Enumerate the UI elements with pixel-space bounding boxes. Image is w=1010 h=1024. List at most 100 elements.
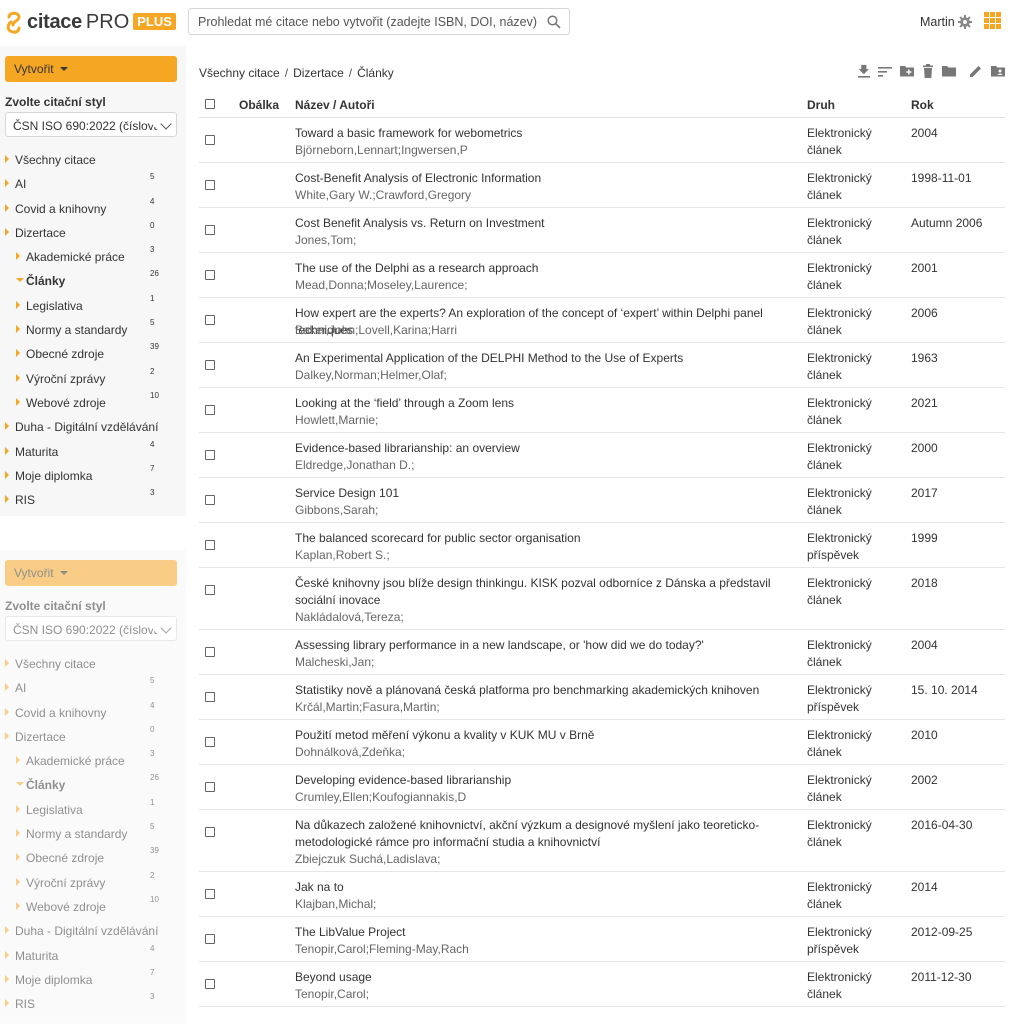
folder-add-icon[interactable] <box>900 64 914 78</box>
sidebar-folder-item[interactable]: Výroční zprávy 2 <box>0 367 186 393</box>
row-checkbox[interactable] <box>205 585 215 595</box>
column-header-title[interactable]: Název / Autoři <box>295 98 375 112</box>
sidebar-folder-item[interactable]: Webové zdroje 10 <box>0 895 186 921</box>
sidebar-folder-item[interactable]: Normy a standardy 5 <box>0 318 186 344</box>
row-checkbox[interactable] <box>205 495 215 505</box>
sidebar-folder-item[interactable]: Covid a knihovny 4 <box>0 197 186 223</box>
citation-title[interactable]: Cost-Benefit Analysis of Electronic Info… <box>295 170 793 187</box>
table-row[interactable]: The use of the Delphi as a research appr… <box>199 253 1005 298</box>
sidebar-folder-item[interactable]: RIS 3 <box>0 992 186 1018</box>
row-checkbox[interactable] <box>205 360 215 370</box>
row-checkbox[interactable] <box>205 647 215 657</box>
citation-title[interactable]: Jak na to <box>295 879 793 896</box>
search-icon[interactable] <box>547 15 561 29</box>
create-button[interactable]: Vytvořit <box>5 56 177 82</box>
citation-title[interactable]: Evidence-based librarianship: an overvie… <box>295 440 793 457</box>
citation-style-select[interactable]: ČSN ISO 690:2022 (číslovár <box>5 112 177 137</box>
caret-right-icon[interactable] <box>16 877 20 886</box>
sidebar-folder-item[interactable]: Duha - Digitální vzdělávání <box>0 921 186 945</box>
breadcrumb-item[interactable]: Všechny citace <box>199 66 280 80</box>
citation-title[interactable]: Beyond usage <box>295 969 793 986</box>
apps-grid-icon[interactable] <box>984 12 1001 29</box>
sidebar-folder-item[interactable]: Legislativa 1 <box>0 294 186 320</box>
table-row[interactable]: České knihovny jsou blíže design thinkin… <box>199 568 1005 630</box>
caret-right-icon[interactable] <box>5 707 9 716</box>
citation-title[interactable]: Statistiky nově a plánovaná česká platfo… <box>295 682 793 699</box>
breadcrumb-item[interactable]: Dizertace <box>293 66 344 80</box>
citation-title[interactable]: The balanced scorecard for public sector… <box>295 530 793 547</box>
table-row[interactable]: Jak na to Klajban,Michal; Elektronický člá… <box>199 872 1005 917</box>
sidebar-folder-item[interactable]: Maturita 4 <box>0 440 186 466</box>
caret-right-icon[interactable] <box>5 446 9 455</box>
sidebar-folder-item[interactable]: Moje diplomka 7 <box>0 968 186 994</box>
row-checkbox[interactable] <box>205 889 215 899</box>
citation-title[interactable]: Použití metod měření výkonu a kvality v … <box>295 727 793 744</box>
caret-right-icon[interactable] <box>5 659 9 667</box>
table-row[interactable]: Developing evidence-based librarianship C… <box>199 765 1005 810</box>
table-row[interactable]: Assessing library performance in a new l… <box>199 630 1005 675</box>
row-checkbox[interactable] <box>205 270 215 280</box>
sidebar-folder-item[interactable]: AI 5 <box>0 676 186 702</box>
citation-title[interactable]: Toward a basic framework for webometrics <box>295 125 793 142</box>
caret-right-icon[interactable] <box>5 422 9 431</box>
sidebar-folder-item[interactable]: Covid a knihovny 4 <box>0 701 186 727</box>
row-checkbox[interactable] <box>205 405 215 415</box>
caret-right-icon[interactable] <box>16 397 20 406</box>
caret-right-icon[interactable] <box>16 373 20 382</box>
row-checkbox[interactable] <box>205 180 215 190</box>
caret-right-icon[interactable] <box>5 683 9 692</box>
caret-right-icon[interactable] <box>5 731 9 740</box>
row-checkbox[interactable] <box>205 979 215 989</box>
row-checkbox[interactable] <box>205 692 215 702</box>
sidebar-folder-item[interactable]: Obecné zdroje 39 <box>0 342 186 368</box>
sidebar-folder-item[interactable]: Maturita 4 <box>0 944 186 970</box>
row-checkbox[interactable] <box>205 934 215 944</box>
caret-right-icon[interactable] <box>16 901 20 910</box>
table-row[interactable]: Použití metod měření výkonu a kvality v … <box>199 720 1005 765</box>
citation-title[interactable]: An Experimental Application of the DELPH… <box>295 350 793 367</box>
sidebar-folder-item[interactable]: Legislativa 1 <box>0 798 186 824</box>
caret-right-icon[interactable] <box>16 804 20 813</box>
select-all-checkbox[interactable] <box>205 99 215 109</box>
column-header-cover[interactable]: Obálka <box>239 98 279 112</box>
sidebar-folder-item[interactable]: Články 26 <box>0 773 186 799</box>
delete-icon[interactable] <box>921 64 935 78</box>
caret-right-icon[interactable] <box>16 300 20 309</box>
sidebar-folder-item[interactable]: Výroční zprávy 2 <box>0 871 186 897</box>
caret-right-icon[interactable] <box>5 950 9 959</box>
caret-right-icon[interactable] <box>5 999 9 1008</box>
sidebar-folder-item[interactable]: Články 26 <box>0 269 186 295</box>
citation-style-select[interactable]: ČSN ISO 690:2022 (číslovár <box>5 616 177 641</box>
sidebar-folder-item[interactable]: Normy a standardy 5 <box>0 822 186 848</box>
column-header-year[interactable]: Rok <box>911 98 934 112</box>
row-checkbox[interactable] <box>205 540 215 550</box>
caret-right-icon[interactable] <box>5 495 9 504</box>
sidebar-folder-item[interactable]: Dizertace 0 <box>0 221 186 247</box>
logo[interactable]: citace PRO PLUS <box>5 7 176 37</box>
citation-title[interactable]: Developing evidence-based librarianship <box>295 772 793 789</box>
sidebar-folder-item[interactable]: Všechny citace <box>0 654 186 678</box>
caret-right-icon[interactable] <box>5 227 9 236</box>
citation-title[interactable]: Service Design 101 <box>295 485 793 502</box>
sidebar-folder-item[interactable]: Akademické práce 3 <box>0 245 186 271</box>
table-row[interactable]: Cost-Benefit Analysis of Electronic Info… <box>199 163 1005 208</box>
create-button[interactable]: Vytvořit <box>5 560 177 586</box>
citation-title[interactable]: Looking at the ‘field’ through a Zoom le… <box>295 395 793 412</box>
folder-move-icon[interactable] <box>942 64 956 78</box>
caret-right-icon[interactable] <box>16 252 20 261</box>
row-checkbox[interactable] <box>205 782 215 792</box>
sidebar-folder-item[interactable]: Duha - Digitální vzdělávání <box>0 417 186 441</box>
table-row[interactable]: Beyond usage Tenopir,Carol; Elektronický č… <box>199 962 1005 1007</box>
caret-right-icon[interactable] <box>16 349 20 358</box>
caret-right-icon[interactable] <box>16 325 20 334</box>
caret-right-icon[interactable] <box>5 470 9 479</box>
citation-title[interactable]: Cost Benefit Analysis vs. Return on Inve… <box>295 215 793 232</box>
row-checkbox[interactable] <box>205 225 215 235</box>
caret-right-icon[interactable] <box>5 974 9 983</box>
row-checkbox[interactable] <box>205 450 215 460</box>
search-input[interactable] <box>189 9 539 34</box>
row-checkbox[interactable] <box>205 827 215 837</box>
sort-icon[interactable] <box>878 64 892 78</box>
table-row[interactable]: The balanced scorecard for public sector… <box>199 523 1005 568</box>
table-row[interactable]: Cost Benefit Analysis vs. Return on Inve… <box>199 208 1005 253</box>
